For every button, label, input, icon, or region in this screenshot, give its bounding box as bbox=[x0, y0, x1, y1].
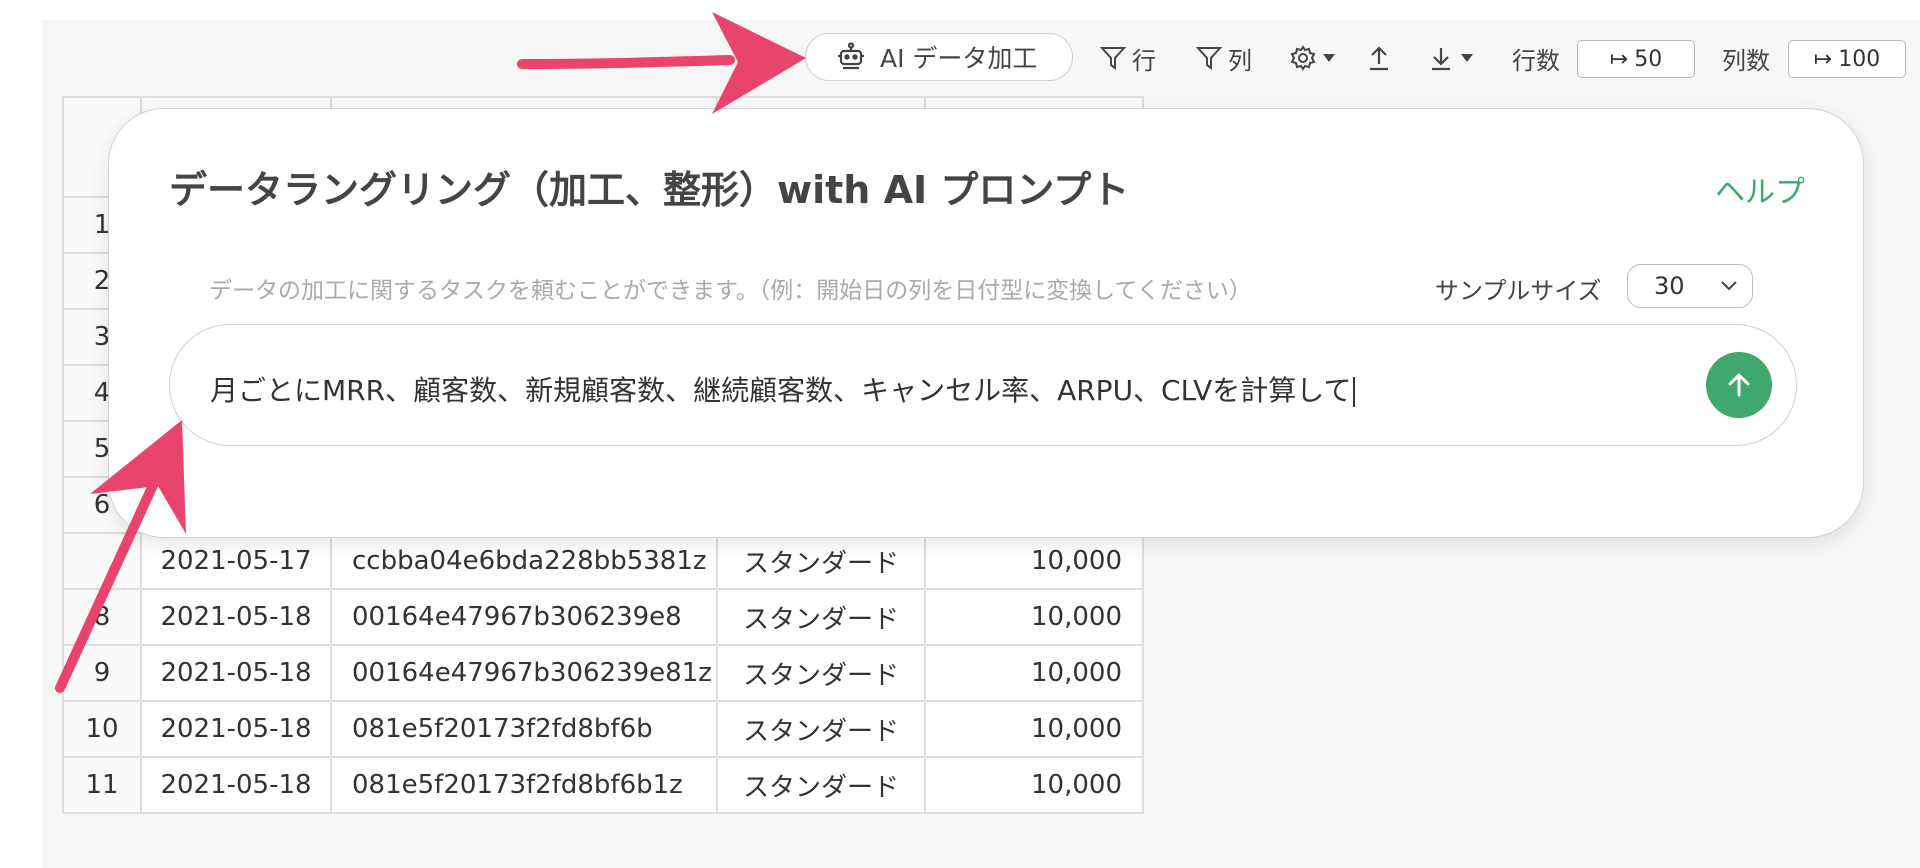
chevron-down-icon bbox=[1460, 53, 1474, 63]
prompt-hint: データの加工に関するタスクを頼むことができます。（例：開始日の列を日付型に変換し… bbox=[209, 278, 1252, 304]
plan-cell: スタンダード bbox=[716, 756, 926, 814]
plan-cell: スタンダード bbox=[716, 532, 926, 590]
prompt-text: 月ごとにMRR、顧客数、新規顧客数、継続顧客数、キャンセル率、ARPU、CLVを… bbox=[210, 374, 1352, 407]
text-caret bbox=[1353, 377, 1356, 407]
download-icon bbox=[1428, 44, 1454, 72]
chevron-down-icon bbox=[1721, 281, 1737, 291]
gear-icon bbox=[1290, 45, 1316, 71]
column-count-label: 列数 bbox=[1722, 46, 1770, 75]
table-row: 10 2021-05-18 081e5f20173f2fd8bf6b スタンダー… bbox=[62, 700, 1144, 758]
ai-data-processing-button[interactable]: AI データ加工 bbox=[805, 33, 1073, 81]
arrow-to-right-icon: ↦ bbox=[1813, 46, 1833, 72]
filter-icon bbox=[1100, 45, 1126, 71]
upload-button[interactable] bbox=[1366, 40, 1392, 76]
upload-icon bbox=[1366, 44, 1392, 72]
table-row: 11 2021-05-18 081e5f20173f2fd8bf6b1z スタン… bbox=[62, 756, 1144, 814]
ai-button-label: AI データ加工 bbox=[880, 44, 1038, 73]
sample-size-select[interactable]: 30 bbox=[1627, 264, 1753, 308]
amount-cell: 10,000 bbox=[924, 532, 1144, 590]
row-number bbox=[62, 532, 142, 590]
table-row: 8 2021-05-18 00164e47967b306239e8 スタンダード… bbox=[62, 588, 1144, 646]
date-cell: 2021-05-18 bbox=[140, 756, 332, 814]
row-count-label: 行数 bbox=[1512, 46, 1560, 75]
amount-cell: 10,000 bbox=[924, 588, 1144, 646]
row-filter-label: 行 bbox=[1132, 46, 1156, 75]
column-count-value: 100 bbox=[1838, 46, 1881, 72]
row-number: 10 bbox=[62, 700, 142, 758]
arrow-to-right-icon: ↦ bbox=[1609, 46, 1629, 72]
sample-size-value: 30 bbox=[1654, 272, 1685, 300]
row-number: 8 bbox=[62, 588, 142, 646]
id-cell: 081e5f20173f2fd8bf6b1z bbox=[330, 756, 718, 814]
sample-size-label: サンプルサイズ bbox=[1435, 277, 1602, 305]
table-row: 9 2021-05-18 00164e47967b306239e81z スタンダ… bbox=[62, 644, 1144, 702]
amount-cell: 10,000 bbox=[924, 700, 1144, 758]
id-cell: 00164e47967b306239e8 bbox=[330, 588, 718, 646]
row-number: 9 bbox=[62, 644, 142, 702]
plan-cell: スタンダード bbox=[716, 700, 926, 758]
date-cell: 2021-05-18 bbox=[140, 644, 332, 702]
id-cell: 00164e47967b306239e81z bbox=[330, 644, 718, 702]
ai-prompt-dialog: データラングリング（加工、整形）with AI プロンプト ヘルプ データの加工… bbox=[108, 108, 1864, 538]
plan-cell: スタンダード bbox=[716, 644, 926, 702]
filter-icon bbox=[1196, 45, 1222, 71]
row-count-input[interactable]: ↦ 50 bbox=[1577, 40, 1695, 78]
help-link[interactable]: ヘルプ bbox=[1715, 167, 1805, 211]
date-cell: 2021-05-18 bbox=[140, 588, 332, 646]
column-count-input[interactable]: ↦ 100 bbox=[1788, 40, 1906, 78]
column-filter-label: 列 bbox=[1228, 46, 1252, 75]
robot-icon bbox=[836, 42, 866, 72]
id-cell: ccbba04e6bda228bb5381z bbox=[330, 532, 718, 590]
chevron-down-icon bbox=[1322, 53, 1336, 63]
id-cell: 081e5f20173f2fd8bf6b bbox=[330, 700, 718, 758]
download-menu-button[interactable] bbox=[1428, 40, 1474, 76]
amount-cell: 10,000 bbox=[924, 644, 1144, 702]
plan-cell: スタンダード bbox=[716, 588, 926, 646]
row-count-value: 50 bbox=[1634, 46, 1663, 72]
prompt-input[interactable]: 月ごとにMRR、顧客数、新規顧客数、継続顧客数、キャンセル率、ARPU、CLVを… bbox=[169, 324, 1797, 446]
row-number: 11 bbox=[62, 756, 142, 814]
amount-cell: 10,000 bbox=[924, 756, 1144, 814]
arrow-up-icon bbox=[1728, 373, 1750, 397]
settings-menu-button[interactable] bbox=[1290, 40, 1336, 76]
table-row: 2021-05-17 ccbba04e6bda228bb5381z スタンダード… bbox=[62, 532, 1144, 590]
send-button[interactable] bbox=[1706, 352, 1772, 418]
row-filter-button[interactable]: 行 bbox=[1100, 40, 1156, 76]
column-filter-button[interactable]: 列 bbox=[1196, 40, 1252, 76]
date-cell: 2021-05-17 bbox=[140, 532, 332, 590]
date-cell: 2021-05-18 bbox=[140, 700, 332, 758]
dialog-title: データラングリング（加工、整形）with AI プロンプト bbox=[169, 168, 1130, 212]
